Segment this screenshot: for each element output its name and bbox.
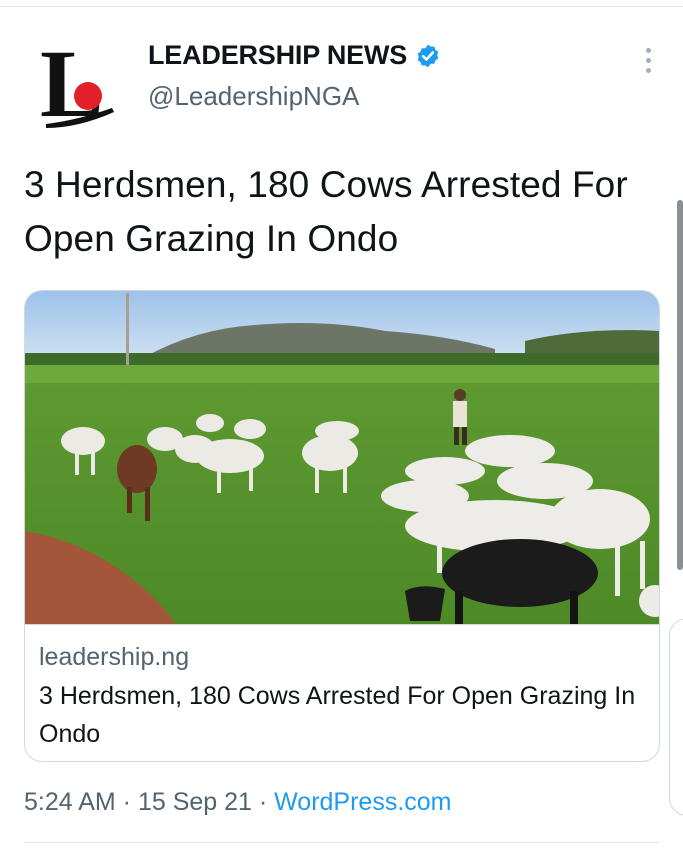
more-options-icon[interactable] xyxy=(643,48,653,78)
cattle-grazing-photo[interactable] xyxy=(25,291,659,624)
tweet-text: 3 Herdsmen, 180 Cows Arrested For Open G… xyxy=(24,164,628,259)
author-name[interactable]: LEADERSHIP NEWS xyxy=(148,40,407,71)
scrollbar[interactable] xyxy=(677,200,683,570)
adjacent-card-edge xyxy=(669,618,683,816)
author-handle[interactable]: @LeadershipNGA xyxy=(148,81,441,112)
tweet-meta: 5:24 AM · 15 Sep 21 · WordPress.com xyxy=(24,788,452,817)
link-preview-card[interactable]: leadership.ng 3 Herdsmen, 180 Cows Arres… xyxy=(24,290,660,762)
leadership-logo-avatar[interactable]: L xyxy=(36,38,118,130)
verified-badge-icon xyxy=(417,44,439,67)
tweet-source-link[interactable]: WordPress.com xyxy=(274,788,451,816)
bottom-divider xyxy=(24,842,659,843)
card-divider xyxy=(25,624,659,625)
card-title: 3 Herdsmen, 180 Cows Arrested For Open G… xyxy=(39,682,636,748)
tweet-timestamp[interactable]: 5:24 AM · 15 Sep 21 · xyxy=(24,788,274,816)
card-domain: leadership.ng xyxy=(39,643,190,671)
top-divider xyxy=(0,6,683,7)
tweet-author: LEADERSHIP NEWS @LeadershipNGA xyxy=(148,40,441,112)
